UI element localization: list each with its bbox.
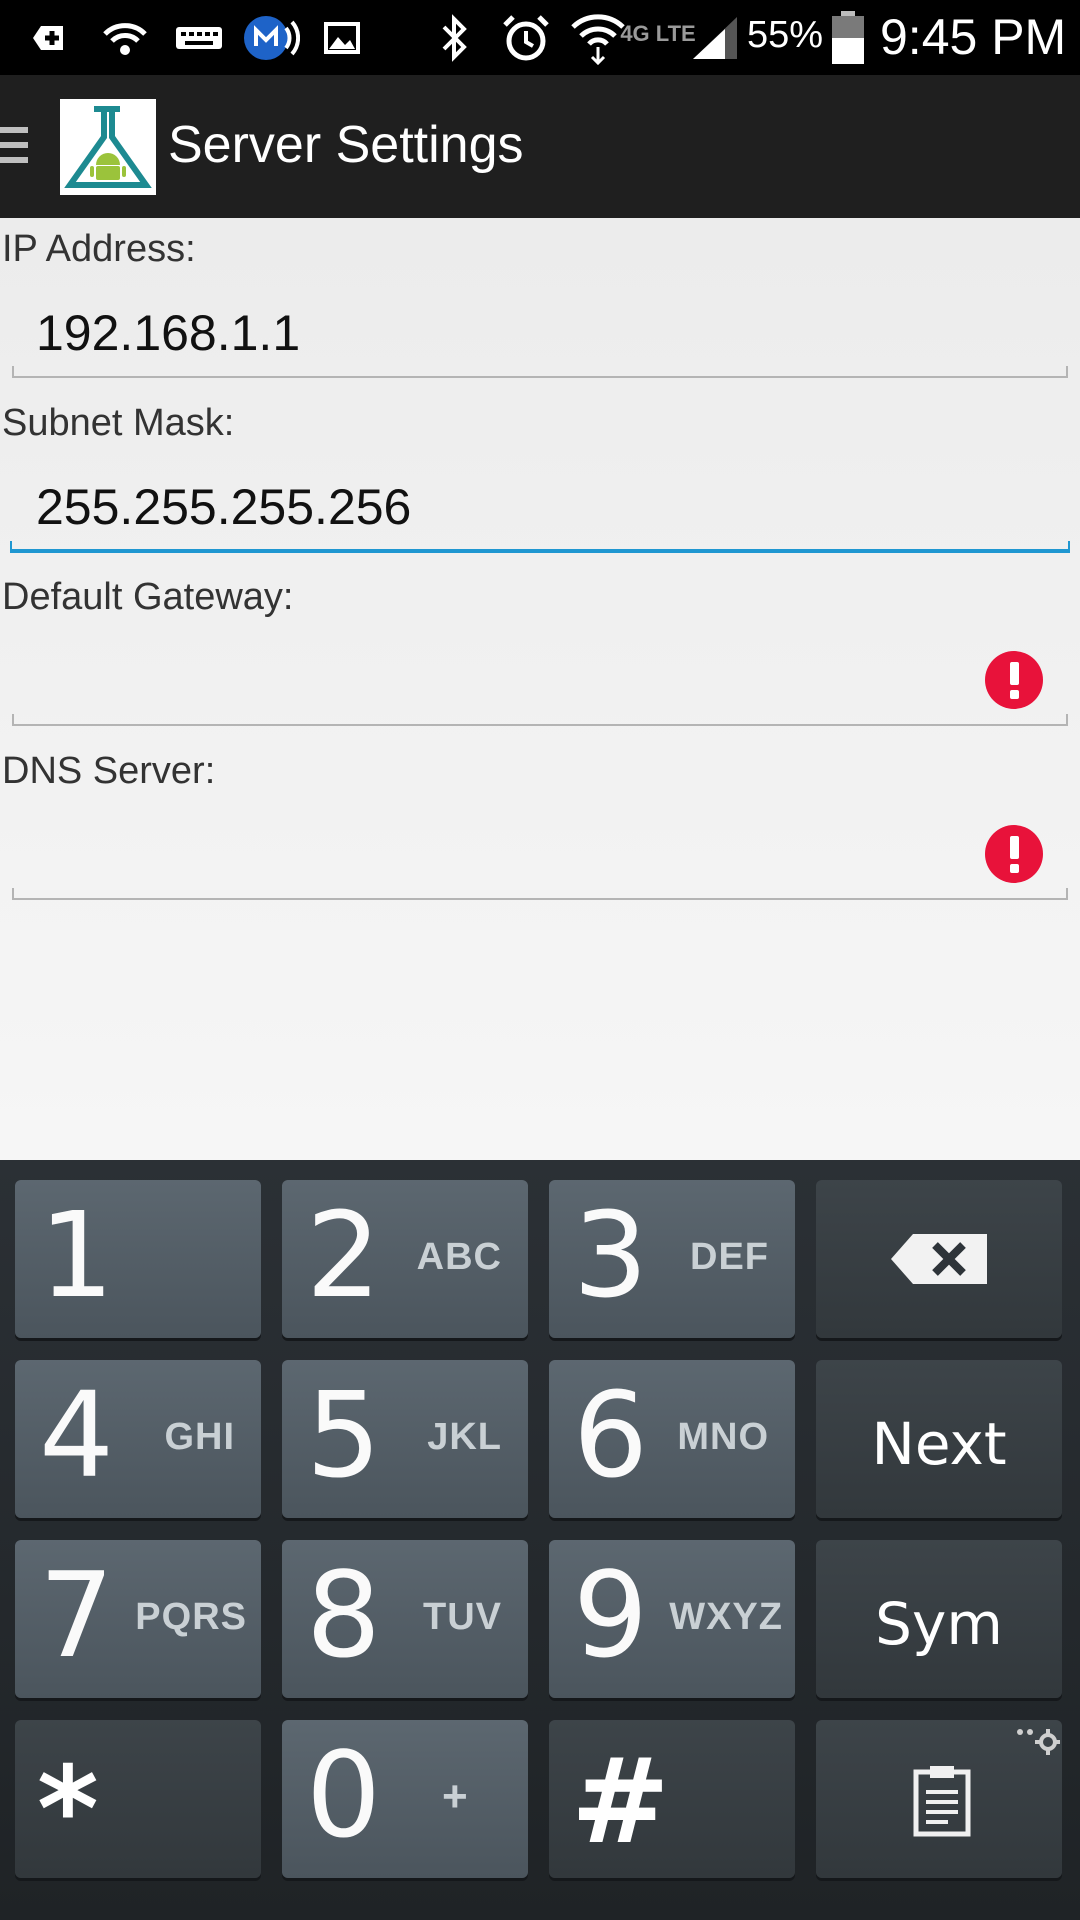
alarm-icon — [500, 10, 552, 66]
key-letters: PQRS — [135, 1596, 247, 1638]
key-6[interactable]: 6 MNO — [549, 1360, 795, 1518]
next-key[interactable]: Next — [816, 1360, 1062, 1518]
app-logo-icon[interactable] — [60, 99, 156, 195]
next-key-label: Next — [871, 1410, 1007, 1478]
key-letters: DEF — [690, 1236, 769, 1278]
key-digit: 7 — [39, 1546, 115, 1684]
key-letters: WXYZ — [669, 1596, 783, 1638]
sym-key[interactable]: Sym — [816, 1540, 1062, 1698]
key-digit: 2 — [306, 1186, 382, 1324]
key-digit: 1 — [39, 1186, 115, 1324]
keyboard-settings-icon — [1017, 1729, 1060, 1755]
key-glyph: * — [37, 1740, 99, 1878]
signal-icon — [690, 10, 740, 66]
key-8[interactable]: 8 TUV — [282, 1540, 528, 1698]
key-digit: 4 — [39, 1366, 115, 1504]
key-hash[interactable]: # — [549, 1720, 795, 1878]
key-3[interactable]: 3 DEF — [549, 1180, 795, 1338]
clipboard-key[interactable] — [816, 1720, 1062, 1878]
subnet-mask-label: Subnet Mask: — [2, 402, 235, 444]
wifi-icon — [570, 10, 626, 66]
key-digit: 3 — [573, 1186, 649, 1324]
clipboard-icon — [913, 1766, 971, 1837]
ip-address-input[interactable]: 192.168.1.1 — [36, 304, 300, 362]
battery-icon — [828, 10, 868, 66]
key-letters: TUV — [423, 1596, 502, 1638]
subnet-mask-underline — [10, 541, 1070, 553]
dns-server-label: DNS Server: — [2, 750, 216, 792]
key-letters: JKL — [427, 1416, 502, 1458]
default-gateway-error-icon[interactable] — [985, 651, 1043, 709]
key-7[interactable]: 7 PQRS — [15, 1540, 261, 1698]
keyboard-icon — [175, 10, 223, 66]
key-digit: 9 — [573, 1546, 649, 1684]
numeric-keyboard: 1 2 ABC 3 DEF 4 GHI 5 JKL 6 MNO Next 7 P… — [0, 1160, 1080, 1920]
key-digit: 0 — [306, 1726, 382, 1864]
key-digit: 8 — [306, 1546, 382, 1684]
dns-server-underline — [12, 888, 1068, 900]
key-1[interactable]: 1 — [15, 1180, 261, 1338]
bluetooth-icon — [435, 10, 475, 66]
battery-percent: 55% — [747, 14, 824, 56]
network-4g-icon: 4G LTE — [620, 6, 695, 62]
ip-address-label: IP Address: — [2, 228, 196, 270]
key-letters: + — [442, 1772, 468, 1821]
sym-key-label: Sym — [875, 1590, 1003, 1658]
clock-time: 9:45 PM — [880, 9, 1067, 65]
server-settings-form: IP Address: 192.168.1.1 Subnet Mask: 255… — [0, 218, 1080, 1160]
key-digit: 5 — [306, 1366, 382, 1504]
key-2[interactable]: 2 ABC — [282, 1180, 528, 1338]
key-letters: GHI — [164, 1416, 235, 1458]
key-glyph: # — [571, 1732, 670, 1870]
default-gateway-underline — [12, 714, 1068, 726]
image-icon — [322, 10, 362, 66]
ip-address-underline — [12, 366, 1068, 378]
wifi-hotspot-icon — [100, 10, 150, 66]
key-letters: ABC — [416, 1236, 502, 1278]
add-icon — [26, 10, 68, 66]
network-label: 4G LTE — [620, 21, 696, 46]
default-gateway-label: Default Gateway: — [2, 576, 294, 618]
key-asterisk[interactable]: * — [15, 1720, 261, 1878]
status-bar: 4G LTE 55% 9:45 PM — [0, 0, 1080, 75]
hamburger-menu-icon[interactable] — [0, 127, 30, 167]
key-letters: MNO — [677, 1416, 769, 1458]
dns-server-error-icon[interactable] — [985, 825, 1043, 883]
key-5[interactable]: 5 JKL — [282, 1360, 528, 1518]
action-bar: Server Settings — [0, 75, 1080, 218]
carrier-icon — [242, 10, 300, 66]
backspace-key[interactable] — [816, 1180, 1062, 1338]
backspace-icon — [891, 1234, 987, 1284]
key-digit: 6 — [573, 1366, 649, 1504]
subnet-mask-input[interactable]: 255.255.255.256 — [36, 478, 411, 536]
key-0[interactable]: 0 + — [282, 1720, 528, 1878]
key-4[interactable]: 4 GHI — [15, 1360, 261, 1518]
key-9[interactable]: 9 WXYZ — [549, 1540, 795, 1698]
page-title: Server Settings — [168, 116, 524, 174]
